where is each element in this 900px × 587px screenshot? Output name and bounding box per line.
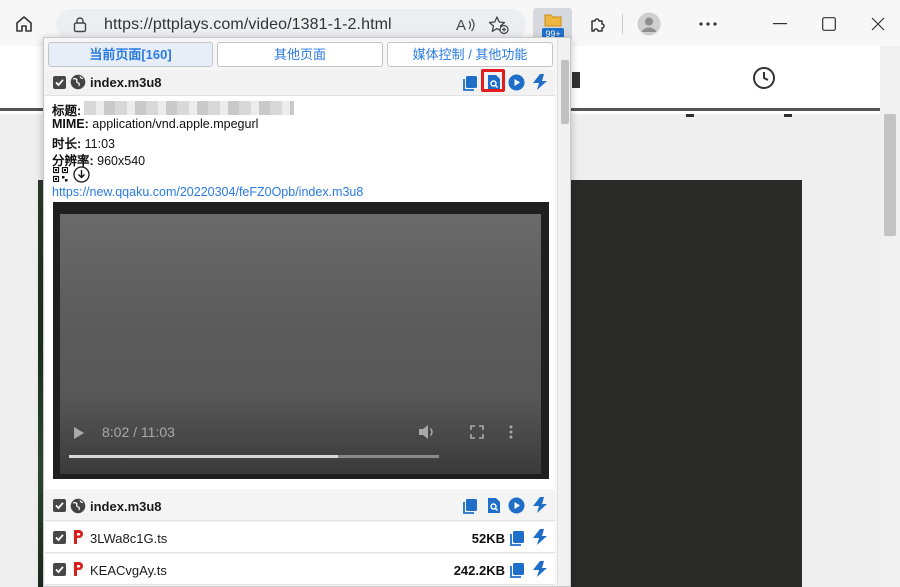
item-checkbox[interactable] — [53, 76, 66, 89]
info-title-label: 标题: — [52, 104, 82, 118]
page-scrollbar-thumb[interactable] — [884, 114, 896, 236]
info-mime-label: MIME: — [52, 117, 89, 131]
item-size: 242.2KB — [453, 563, 505, 578]
video-progress-fill — [69, 455, 338, 458]
page-scrollbar[interactable] — [880, 46, 900, 587]
svg-text:A: A — [456, 17, 466, 34]
video-progress-bar[interactable] — [69, 455, 439, 458]
media-item: 3LWa8c1G.ts 52KB — [45, 522, 555, 553]
ts-file-icon — [72, 561, 84, 577]
item-filename: index.m3u8 — [90, 499, 162, 514]
media-url-link[interactable]: https://new.qqaku.com/20220304/feFZ0Opb/… — [52, 185, 363, 199]
profile-avatar[interactable] — [636, 11, 662, 37]
media-sniffer-popup: 当前页面[160] 其他页面 媒体控制 / 其他功能 index.m3u8 解析… — [43, 37, 571, 587]
extensions-icon[interactable] — [586, 12, 610, 36]
more-options-icon[interactable] — [509, 425, 513, 439]
address-bar[interactable]: https://pttplays.com/video/1381-1-2.html… — [56, 9, 526, 40]
settings-more-icon[interactable] — [696, 12, 720, 36]
nav-text-fragment — [572, 72, 580, 88]
popup-scrollbar-thumb[interactable] — [561, 60, 569, 124]
copy-icon[interactable] — [462, 75, 478, 91]
globe-icon — [70, 498, 86, 514]
download-icon[interactable] — [531, 73, 547, 90]
preview-video-player[interactable]: 8:02 / 11:03 — [53, 202, 549, 479]
ts-file-icon — [72, 529, 84, 545]
favorite-add-icon[interactable] — [488, 15, 510, 35]
play-icon[interactable] — [508, 497, 525, 514]
close-icon[interactable] — [866, 12, 890, 36]
read-aloud-icon[interactable]: A — [456, 16, 476, 34]
download-icon[interactable] — [531, 560, 547, 577]
item-size: 52KB — [471, 531, 505, 546]
blurred-title — [84, 101, 294, 115]
toolbar-divider — [622, 14, 623, 34]
item-filename: 3LWa8c1G.ts — [90, 531, 168, 546]
fullscreen-icon[interactable] — [470, 425, 484, 439]
info-mime-value: application/vnd.apple.mpegurl — [92, 117, 259, 131]
copy-icon[interactable] — [462, 498, 478, 514]
item-checkbox[interactable] — [53, 563, 66, 576]
media-item-header: index.m3u8 — [45, 70, 555, 96]
media-item: index.m3u8 — [45, 490, 555, 521]
download-icon[interactable] — [531, 496, 547, 513]
tab-media-control[interactable]: 媒体控制 / 其他功能 — [387, 42, 553, 67]
history-clock-icon[interactable] — [752, 66, 776, 90]
item-filename: index.m3u8 — [90, 75, 162, 90]
info-duration-value: 11:03 — [84, 137, 116, 151]
tab-other-pages[interactable]: 其他页面 — [217, 42, 383, 67]
popup-scrollbar[interactable] — [557, 38, 570, 586]
folder-icon — [544, 13, 562, 27]
parse-button-highlight — [481, 69, 505, 92]
info-mime: MIME: application/vnd.apple.mpegurl — [52, 117, 258, 131]
download-circle-icon[interactable] — [73, 166, 90, 183]
home-icon[interactable] — [12, 12, 36, 36]
media-item: KEACvgAy.ts 242.2KB — [45, 554, 555, 585]
media-item-details: 标题: MIME: application/vnd.apple.mpegurl … — [45, 96, 555, 489]
url-text[interactable]: https://pttplays.com/video/1381-1-2.html — [104, 16, 392, 34]
video-play-icon[interactable] — [73, 426, 85, 440]
copy-icon[interactable] — [509, 530, 525, 546]
item-checkbox[interactable] — [53, 531, 66, 544]
item-checkbox[interactable] — [53, 499, 66, 512]
info-resolution-value: 960x540 — [97, 154, 146, 168]
page-thumb-strip — [784, 114, 792, 117]
maximize-icon[interactable] — [817, 12, 841, 36]
copy-icon[interactable] — [509, 562, 525, 578]
info-duration-label: 时长: — [52, 137, 82, 151]
video-time: 8:02 / 11:03 — [102, 424, 175, 440]
lock-icon[interactable] — [72, 16, 88, 33]
item-filename: KEACvgAy.ts — [90, 563, 167, 578]
download-icon[interactable] — [531, 528, 547, 545]
page-thumb-strip — [686, 114, 694, 117]
volume-icon[interactable] — [418, 424, 436, 440]
play-icon[interactable] — [508, 74, 525, 91]
tab-current-page[interactable]: 当前页面[160] — [48, 42, 213, 67]
minimize-icon[interactable] — [768, 12, 792, 36]
globe-icon — [70, 74, 86, 90]
qrcode-icon[interactable] — [53, 167, 68, 182]
parse-icon[interactable] — [486, 497, 502, 513]
